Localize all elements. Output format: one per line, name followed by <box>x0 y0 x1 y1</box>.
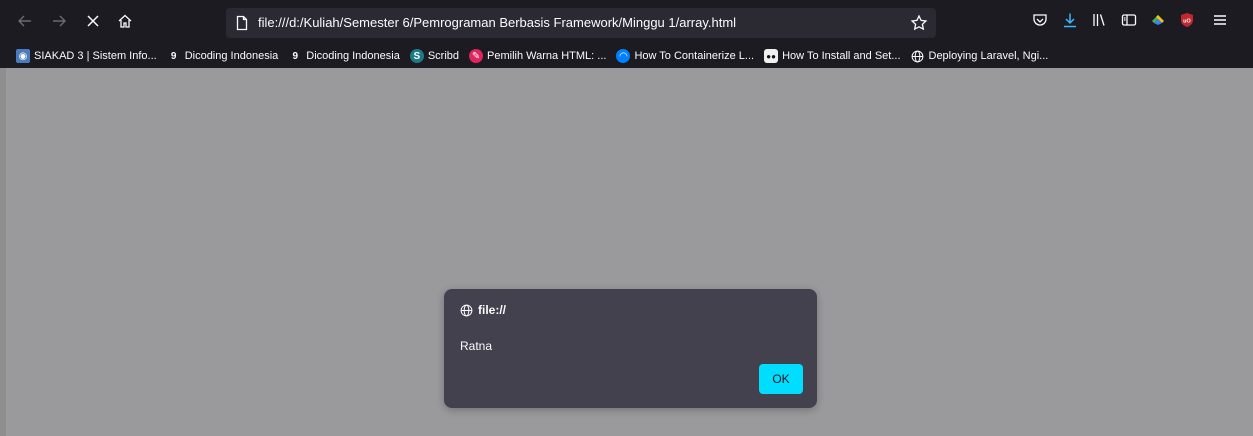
page-icon <box>236 15 248 31</box>
color-picker-icon: ✎ <box>469 49 484 63</box>
download-icon <box>1064 13 1076 28</box>
bookmark-label: Dicoding Indonesia <box>184 50 279 62</box>
dicoding-icon: 9 <box>292 50 299 62</box>
bookmark-label: Dicoding Indonesia <box>306 50 400 62</box>
bookmark-item[interactable]: ✎ Pemilih Warna HTML: ... <box>469 49 606 63</box>
bookmark-label: How To Install and Set... <box>782 50 901 62</box>
ok-button[interactable]: OK <box>759 364 803 394</box>
forward-button[interactable] <box>46 8 72 34</box>
extension-button[interactable] <box>1148 10 1168 30</box>
globe-icon <box>911 49 925 63</box>
pocket-icon <box>1033 14 1047 26</box>
browser-toolbar: file:///d:/Kuliah/Semester 6/Pemrograman… <box>0 0 1253 44</box>
svg-text:uO: uO <box>1183 19 1191 25</box>
bookmark-item[interactable]: ◉ SIAKAD 3 | Sistem Info... <box>16 49 157 63</box>
pocket-button[interactable] <box>1030 10 1050 30</box>
url-bar-field[interactable]: file:///d:/Kuliah/Semester 6/Pemrograman… <box>226 8 936 38</box>
siakad-icon: ◉ <box>16 49 30 63</box>
library-icon <box>1093 14 1105 26</box>
bookmark-item[interactable]: 9 Dicoding Indonesia <box>167 49 279 63</box>
dialog-message: Ratna <box>460 339 493 353</box>
bookmark-label: How To Containerize L... <box>634 50 755 62</box>
sidebar-icon <box>1121 14 1137 26</box>
globe-icon <box>460 304 473 316</box>
dialog-origin: file:// <box>460 303 506 317</box>
bookmarks-bar: ◉ SIAKAD 3 | Sistem Info... 9 Dicoding I… <box>0 44 1253 68</box>
bookmark-item[interactable]: ◠ How To Containerize L... <box>616 49 754 63</box>
dicoding-icon: 9 <box>170 50 177 62</box>
home-icon <box>118 14 132 28</box>
alert-dialog: file:// Ratna OK <box>444 289 817 408</box>
sidebar-button[interactable] <box>1119 10 1139 30</box>
bookmark-item[interactable]: 9 Dicoding Indonesia <box>288 49 400 63</box>
menu-icon <box>1214 15 1226 25</box>
medium-icon: ●● <box>764 49 779 63</box>
dialog-origin-text: file:// <box>478 303 507 317</box>
back-button[interactable] <box>12 8 38 34</box>
url-text[interactable]: file:///d:/Kuliah/Semester 6/Pemrograman… <box>258 8 736 38</box>
ublock-icon: uO <box>1181 13 1193 27</box>
bookmark-item[interactable]: S Scribd <box>409 49 460 63</box>
ublock-button[interactable]: uO <box>1177 10 1197 30</box>
library-button[interactable] <box>1089 10 1109 30</box>
download-button[interactable] <box>1060 10 1080 30</box>
bookmark-label: SIAKAD 3 | Sistem Info... <box>34 50 157 62</box>
bookmark-label: Deploying Laravel, Ngi... <box>928 50 1049 62</box>
bookmark-star-icon[interactable] <box>910 14 928 32</box>
bookmark-item[interactable]: ●● How To Install and Set... <box>764 49 901 63</box>
home-button[interactable] <box>112 8 138 34</box>
arrow-left-icon <box>18 15 31 27</box>
arrow-right-icon <box>53 15 66 27</box>
stop-button[interactable] <box>80 8 106 34</box>
scribd-icon: S <box>409 49 424 63</box>
digitalocean-icon: ◠ <box>616 49 631 63</box>
bookmark-label: Pemilih Warna HTML: ... <box>487 50 607 62</box>
bookmark-item[interactable]: Deploying Laravel, Ngi... <box>911 49 1049 63</box>
bookmark-label: Scribd <box>427 50 460 62</box>
extension-icon <box>1152 15 1164 25</box>
menu-button[interactable] <box>1210 10 1230 30</box>
url-bar[interactable]: file:///d:/Kuliah/Semester 6/Pemrograman… <box>226 8 936 38</box>
close-icon <box>87 15 99 27</box>
